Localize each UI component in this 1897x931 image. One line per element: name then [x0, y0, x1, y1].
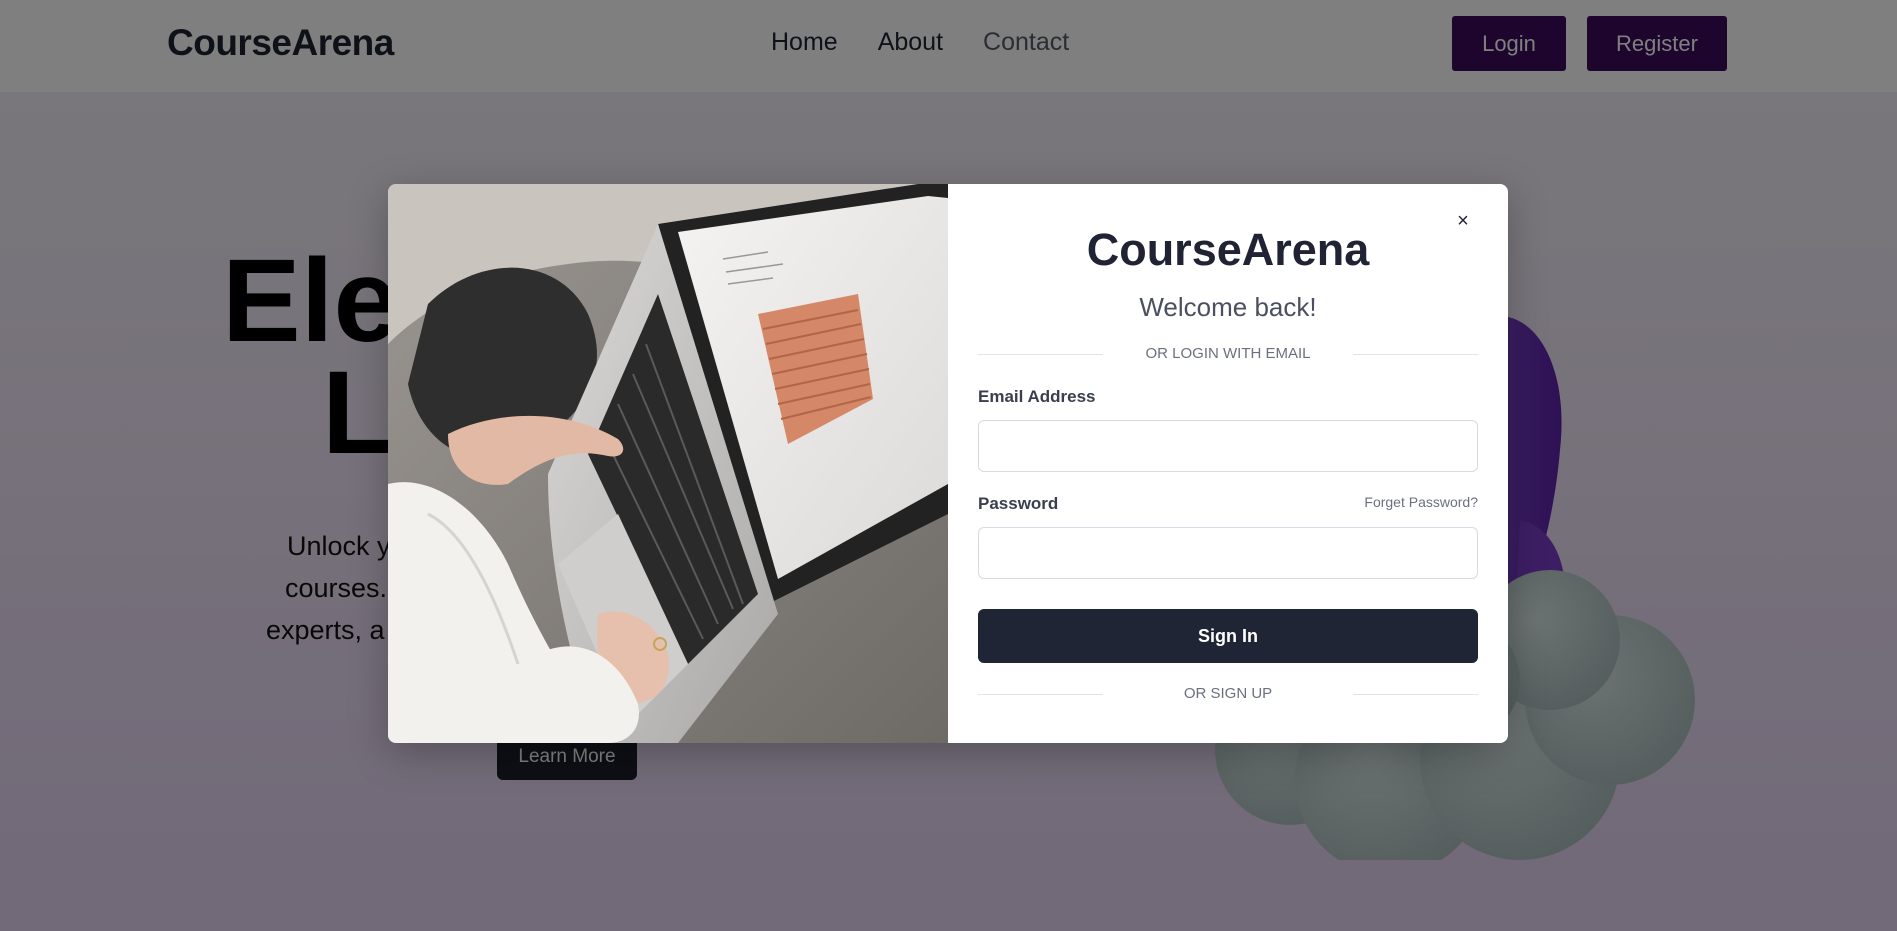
forgot-password-link[interactable]: Forget Password? [1364, 494, 1478, 510]
divider-rule [1353, 354, 1478, 355]
divider-rule [1353, 694, 1478, 695]
laptop-photo [388, 184, 948, 743]
email-field[interactable] [978, 420, 1478, 472]
password-field[interactable] [978, 527, 1478, 579]
login-form: × CourseArena Welcome back! OR LOGIN WIT… [948, 184, 1508, 743]
welcome-heading: Welcome back! [1139, 292, 1317, 322]
login-modal: × CourseArena Welcome back! OR LOGIN WIT… [388, 184, 1508, 743]
signup-divider: OR SIGN UP [978, 684, 1478, 704]
login-divider: OR LOGIN WITH EMAIL [978, 344, 1478, 364]
modal-brand-title: CourseArena [1086, 224, 1370, 275]
password-label: Password [978, 494, 1059, 513]
email-label: Email Address [978, 387, 1096, 406]
sign-in-button[interactable]: Sign In [978, 609, 1478, 663]
